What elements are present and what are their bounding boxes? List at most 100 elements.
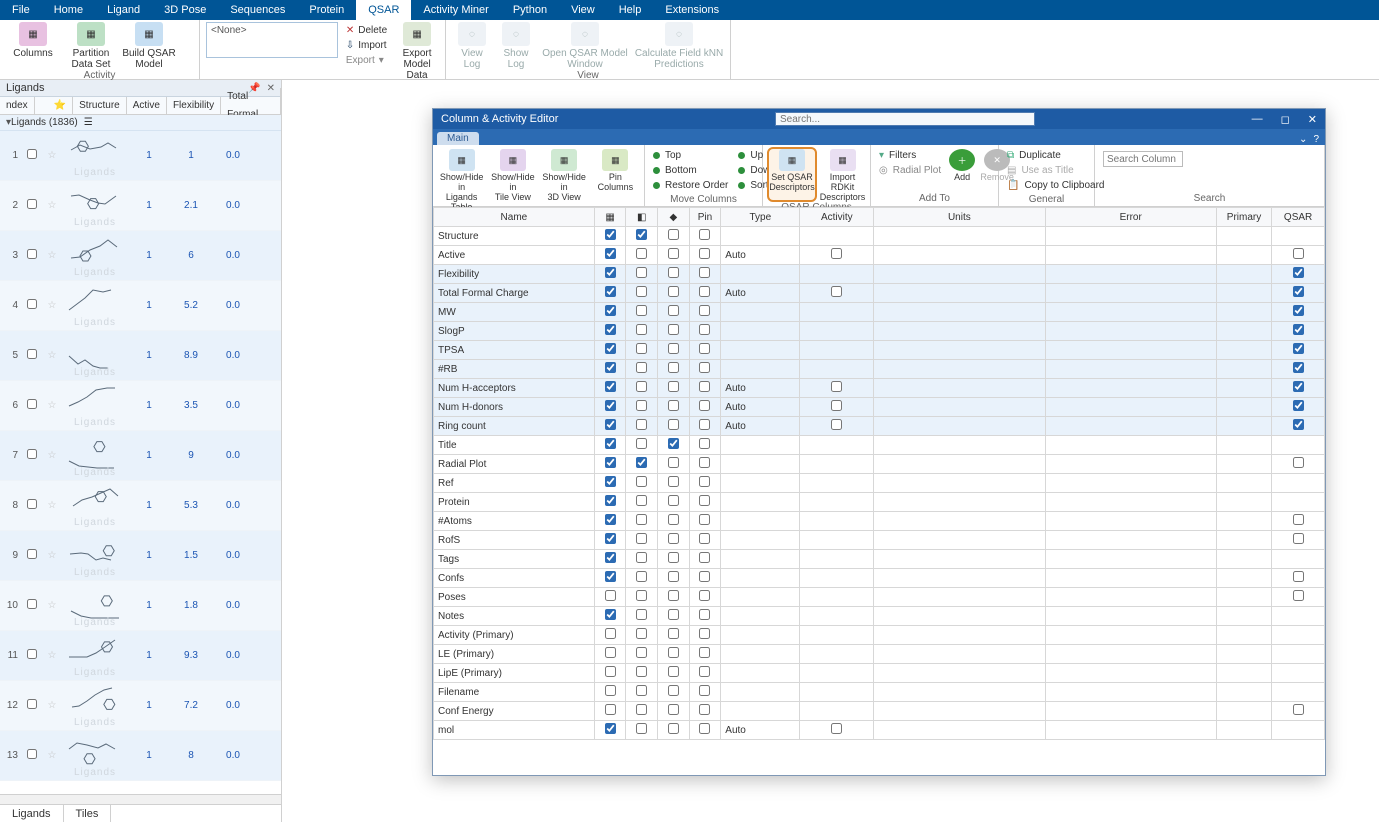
vis-ligtable-checkbox[interactable]	[594, 265, 626, 284]
vis-ligtable-checkbox[interactable]	[594, 588, 626, 607]
row-star-icon[interactable]: ☆	[42, 350, 62, 361]
vis-3d-checkbox[interactable]	[658, 341, 690, 360]
vis-3d-checkbox[interactable]	[658, 607, 690, 626]
pin-checkbox[interactable]	[689, 531, 721, 550]
qsar-checkbox[interactable]	[1272, 512, 1325, 531]
vis-tile-checkbox[interactable]	[626, 379, 658, 398]
table-row[interactable]: Num H-acceptors Auto	[434, 379, 1325, 398]
ligands-section-row[interactable]: ▾ Ligands (1836)☰	[0, 115, 281, 131]
vis-3d-checkbox[interactable]	[658, 455, 690, 474]
vis-ligtable-checkbox[interactable]	[594, 626, 626, 645]
row-star-icon[interactable]: ☆	[42, 500, 62, 511]
menu-home[interactable]: Home	[42, 0, 95, 20]
col-header[interactable]: Error	[1045, 208, 1216, 227]
set-qsar-descriptors-button[interactable]: ▦ Set QSAR Descriptors	[767, 147, 817, 202]
import-button[interactable]: ⇩Import	[346, 39, 387, 53]
vis-tile-checkbox[interactable]	[626, 512, 658, 531]
ligand-row[interactable]: 2 ☆ Ligands 1 2.1 0.0	[0, 181, 281, 231]
vis-tile-checkbox[interactable]	[626, 398, 658, 417]
vis-tile-checkbox[interactable]	[626, 322, 658, 341]
vis-ligtable-checkbox[interactable]	[594, 531, 626, 550]
menu-qsar[interactable]: QSAR	[356, 0, 411, 20]
vis-ligtable-checkbox[interactable]	[594, 550, 626, 569]
vis-tile-checkbox[interactable]	[626, 645, 658, 664]
ligand-row[interactable]: 9 ☆ Ligands 1 1.5 0.0	[0, 531, 281, 581]
row-checkbox[interactable]	[22, 399, 42, 412]
table-row[interactable]: MW	[434, 303, 1325, 322]
vis-tile-checkbox[interactable]	[626, 607, 658, 626]
col-header[interactable]: Type	[721, 208, 800, 227]
pin-checkbox[interactable]	[689, 227, 721, 246]
dialog-titlebar[interactable]: Column & Activity Editor — ◻ ✕	[433, 109, 1325, 129]
pin-checkbox[interactable]	[689, 645, 721, 664]
add-button[interactable]: ＋ Add	[947, 147, 977, 193]
qsar-checkbox[interactable]	[1272, 360, 1325, 379]
vis-tile-checkbox[interactable]	[626, 227, 658, 246]
pin-checkbox[interactable]	[689, 474, 721, 493]
table-row[interactable]: Poses	[434, 588, 1325, 607]
col-header[interactable]: Units	[874, 208, 1045, 227]
table-row[interactable]: LipE (Primary)	[434, 664, 1325, 683]
vis-tile-checkbox[interactable]	[626, 493, 658, 512]
table-row[interactable]: SlogP	[434, 322, 1325, 341]
pin-checkbox[interactable]	[689, 569, 721, 588]
vis-ligtable-checkbox[interactable]	[594, 569, 626, 588]
activity-checkbox[interactable]	[800, 664, 874, 683]
row-checkbox[interactable]	[22, 349, 42, 362]
vis-3d-checkbox[interactable]	[658, 626, 690, 645]
tab-tiles[interactable]: Tiles	[64, 805, 112, 822]
vis-ligtable-checkbox[interactable]	[594, 493, 626, 512]
vis-ligtable-checkbox[interactable]	[594, 341, 626, 360]
minimize-icon[interactable]: —	[1252, 113, 1263, 126]
col-header[interactable]: ▦	[594, 208, 626, 227]
ligand-row[interactable]: 11 ☆ Ligands 1 9.3 0.0	[0, 631, 281, 681]
ligands-hscrollbar[interactable]	[0, 794, 281, 804]
table-row[interactable]: LE (Primary)	[434, 645, 1325, 664]
vis-ligtable-checkbox[interactable]	[594, 645, 626, 664]
row-checkbox[interactable]	[22, 449, 42, 462]
vis-3d-checkbox[interactable]	[658, 474, 690, 493]
activity-checkbox[interactable]	[800, 246, 874, 265]
row-star-icon[interactable]: ☆	[42, 700, 62, 711]
vis-tile-checkbox[interactable]	[626, 474, 658, 493]
activity-checkbox[interactable]	[800, 607, 874, 626]
qsar-checkbox[interactable]	[1272, 721, 1325, 740]
vis-tile-checkbox[interactable]	[626, 702, 658, 721]
qsar-checkbox[interactable]	[1272, 398, 1325, 417]
view-btn-2[interactable]: ◌Open QSAR Model Window	[540, 22, 630, 70]
model-dropdown[interactable]: <None>	[206, 22, 338, 58]
table-row[interactable]: Num H-donors Auto	[434, 398, 1325, 417]
qsar-checkbox[interactable]	[1272, 626, 1325, 645]
menu-help[interactable]: Help	[607, 0, 654, 20]
ligand-row[interactable]: 8 ☆ Ligands 1 5.3 0.0	[0, 481, 281, 531]
row-checkbox[interactable]	[22, 549, 42, 562]
vis-3d-checkbox[interactable]	[658, 246, 690, 265]
ligand-row[interactable]: 4 ☆ Ligands 1 5.2 0.0	[0, 281, 281, 331]
vis-tile-checkbox[interactable]	[626, 284, 658, 303]
ligand-col-header[interactable]: ⭐	[48, 97, 73, 115]
activity-checkbox[interactable]	[800, 683, 874, 702]
pin-checkbox[interactable]	[689, 246, 721, 265]
vis-tile-checkbox[interactable]	[626, 721, 658, 740]
table-row[interactable]: Filename	[434, 683, 1325, 702]
activity-checkbox[interactable]	[800, 512, 874, 531]
col-header[interactable]: Pin	[689, 208, 721, 227]
pin-checkbox[interactable]	[689, 379, 721, 398]
qsar-checkbox[interactable]	[1272, 683, 1325, 702]
vis-3d-checkbox[interactable]	[658, 645, 690, 664]
col-header[interactable]: ◆	[658, 208, 690, 227]
vis-ligtable-checkbox[interactable]	[594, 455, 626, 474]
vis-3d-checkbox[interactable]	[658, 550, 690, 569]
vis-tile-checkbox[interactable]	[626, 436, 658, 455]
table-row[interactable]: TPSA	[434, 341, 1325, 360]
ligand-row[interactable]: 7 ☆ Ligands 1 9 0.0	[0, 431, 281, 481]
import-rdkit-button[interactable]: ▦ Import RDKit Descriptors	[819, 147, 866, 202]
row-star-icon[interactable]: ☆	[42, 450, 62, 461]
visibility-btn-2[interactable]: ▦Show/Hide in 3D View	[540, 147, 589, 212]
col-header[interactable]: Name	[434, 208, 595, 227]
move-restore-order[interactable]: Restore Order	[653, 178, 728, 193]
dialog-table[interactable]: Name▦◧◆PinTypeActivityUnitsErrorPrimaryQ…	[433, 207, 1325, 775]
pin-checkbox[interactable]	[689, 322, 721, 341]
table-row[interactable]: Notes	[434, 607, 1325, 626]
row-star-icon[interactable]: ☆	[42, 400, 62, 411]
